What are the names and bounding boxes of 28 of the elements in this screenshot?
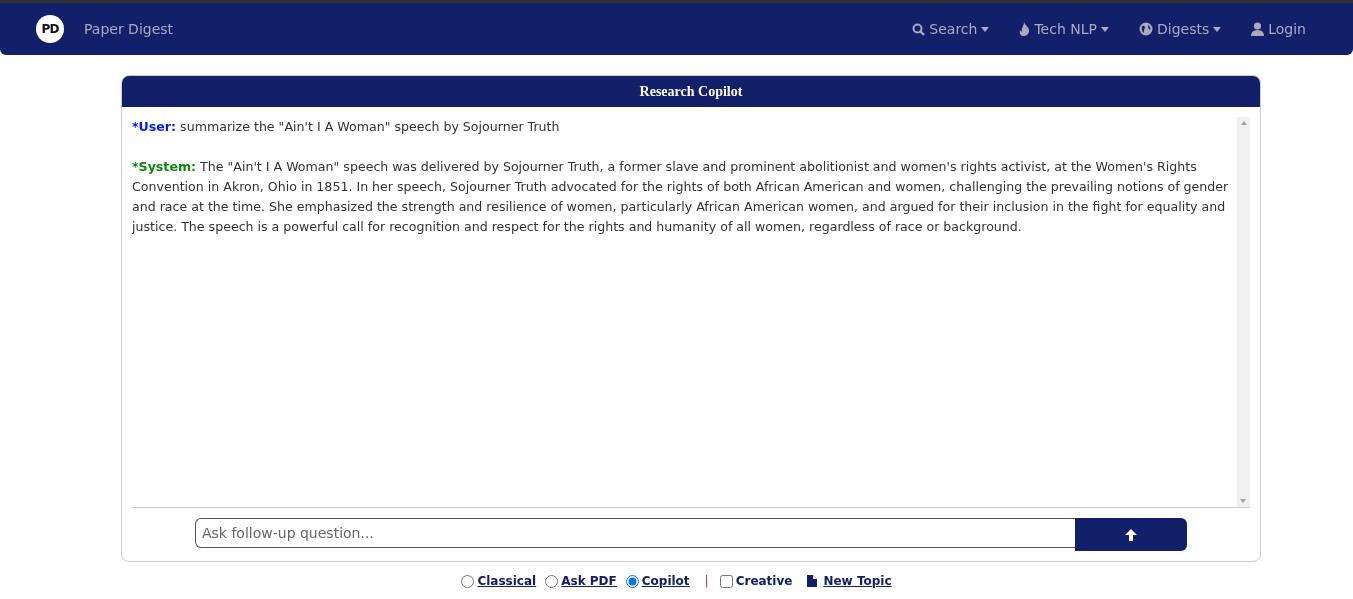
- checkbox[interactable]: [719, 574, 733, 588]
- send-button[interactable]: [1075, 518, 1187, 551]
- chat-message: *User: summarize the "Ain't I A Woman" speech by Sojourner Truth: [132, 118, 561, 136]
- search-icon: [912, 22, 926, 36]
- nav-menu-item[interactable]: Login: [1251, 21, 1306, 37]
- nav-menu-item[interactable]: Digests: [1138, 21, 1222, 37]
- separator: |: [704, 574, 709, 588]
- panel-title: Research Copilot: [122, 76, 1260, 107]
- question-field[interactable]: Ask follow-up question...: [195, 518, 1075, 548]
- brand-link[interactable]: Paper Digest: [84, 21, 174, 37]
- mode-link[interactable]: Ask PDF: [561, 574, 617, 588]
- user-icon: [1251, 22, 1265, 36]
- arrow-up-icon: [1125, 528, 1137, 541]
- logo[interactable]: PD: [36, 15, 64, 43]
- nav-menu-item[interactable]: Search: [912, 21, 990, 37]
- new-topic-link[interactable]: New Topic: [823, 574, 892, 588]
- document-icon: [807, 575, 818, 587]
- chat-message: *System: The "Ain't I A Woman" speech was delivered by Sojourner Truth, a former slave and prominent abolitionist and women's rights activist, at the Women's Rights Convention in Akron, Ohio in 1851. In her speech, Sojourner Truth advocated for the rights of both African American and women, challenging the prevailing notions of gender and race at the time. She emphasized the strength and resilience of women, particularly African American women, and argued for their inclusion in the fight for equality and justice. The speech is a powerful call for recognition and respect for the rights and humanity of all women, regardless of race or background.: [132, 158, 1229, 236]
- scrollbar[interactable]: [1237, 117, 1250, 507]
- flame-icon: [1019, 22, 1031, 36]
- mode-link[interactable]: Classical: [477, 574, 537, 588]
- mode-link[interactable]: Copilot: [641, 574, 690, 588]
- option-label: Creative: [735, 574, 793, 588]
- globe-icon: [1138, 22, 1153, 36]
- radio-button[interactable]: [625, 574, 639, 588]
- nav-menu-item[interactable]: Tech NLP: [1019, 21, 1109, 37]
- radio-button[interactable]: [461, 574, 475, 588]
- radio-button[interactable]: [545, 574, 559, 588]
